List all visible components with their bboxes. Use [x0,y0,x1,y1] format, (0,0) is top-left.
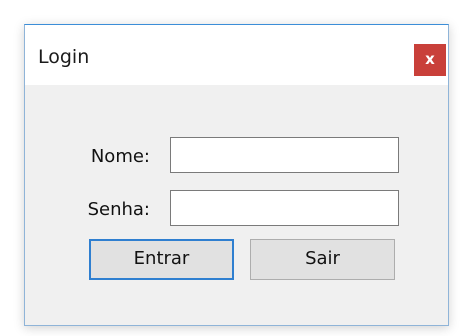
entrar-button[interactable]: Entrar [89,239,234,280]
senha-label: Senha: [87,199,150,220]
nome-label: Nome: [90,146,150,167]
sair-button[interactable]: Sair [250,239,395,280]
nome-input[interactable] [170,137,399,173]
title-bar[interactable]: Login x [25,25,448,85]
close-button[interactable]: x [414,44,446,76]
window-title: Login [38,46,90,68]
login-dialog: Login x Nome: Senha: Entrar Sair [24,24,449,326]
close-icon: x [425,50,435,68]
senha-input[interactable] [170,190,399,226]
